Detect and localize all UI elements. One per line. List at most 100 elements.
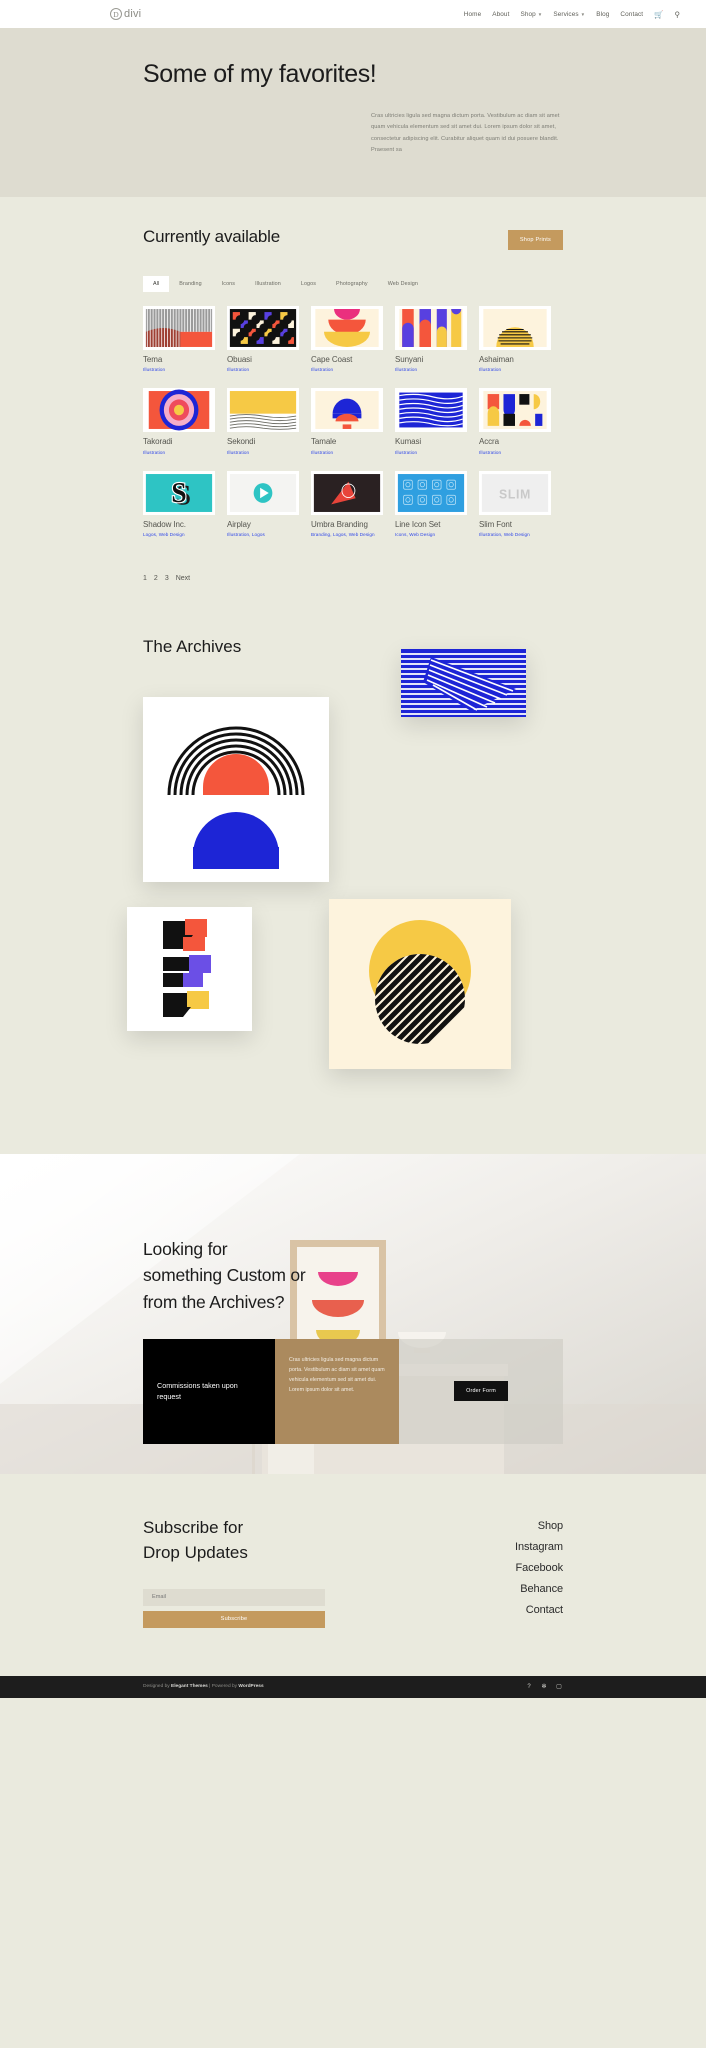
portfolio-item-tema[interactable]: Tema Illustration: [143, 305, 227, 374]
portfolio-item-cape-coast[interactable]: Cape Coast Illustration: [311, 305, 395, 374]
twitter-icon[interactable]: ✻: [540, 1683, 548, 1691]
archive-image-arch-rings[interactable]: [143, 697, 329, 883]
page-2[interactable]: 2: [154, 575, 158, 582]
nav-item-home[interactable]: Home: [464, 11, 481, 18]
portfolio-item-slim-font[interactable]: SLIM Slim Font Illustration, Web Design: [479, 470, 563, 539]
instagram-icon[interactable]: ▢: [555, 1683, 563, 1691]
footer-link-behance[interactable]: Behance: [515, 1583, 563, 1595]
portfolio-item-umbra-branding[interactable]: Umbra Branding Branding, Logos, Web Desi…: [311, 470, 395, 539]
portfolio-categories: Illustration: [227, 367, 250, 373]
page-3[interactable]: 3: [165, 575, 169, 582]
portfolio-title: Slim Font: [479, 519, 512, 529]
thumbnail-takoradi[interactable]: [143, 388, 215, 433]
hero-section: Some of my favorites! Cras ultricies lig…: [0, 28, 706, 197]
portfolio-item-kumasi[interactable]: Kumasi Illustration: [395, 388, 479, 456]
thumbnail-kumasi[interactable]: [395, 388, 467, 433]
portfolio-title: Accra: [479, 437, 499, 447]
chevron-down-icon: ▼: [580, 12, 586, 17]
nav-label: About: [492, 10, 510, 18]
shopping-cart-icon[interactable]: 🛒: [654, 10, 663, 19]
logo-wordmark: divi: [124, 8, 142, 20]
email-input[interactable]: [143, 1588, 325, 1606]
filter-logos[interactable]: Logos: [291, 276, 326, 292]
portfolio-categories: Illustration: [143, 449, 166, 455]
thumbnail-sekondi[interactable]: [227, 388, 299, 433]
filter-icons[interactable]: Icons: [212, 276, 245, 292]
portfolio-title: Line Icon Set: [395, 519, 441, 529]
portfolio-title: Cape Coast: [311, 354, 353, 364]
thumbnail-obuasi[interactable]: [227, 305, 299, 350]
portfolio-title: Umbra Branding: [311, 519, 368, 529]
filter-illustration[interactable]: Illustration: [245, 276, 291, 292]
nav-item-shop[interactable]: Shop ▼: [520, 11, 542, 18]
portfolio-item-shadow-inc[interactable]: S S Shadow Inc. Logos, Web Design: [143, 470, 227, 539]
social-links: ? ✻ ▢: [525, 1683, 563, 1691]
portfolio-item-sekondi[interactable]: Sekondi Illustration: [227, 388, 311, 456]
footer-brand-elegant-themes[interactable]: Elegant Themes: [171, 1684, 208, 1689]
nav-item-about[interactable]: About: [492, 11, 509, 18]
thumbnail-shadow-inc[interactable]: S S: [143, 470, 215, 515]
page-root: D divi Home About Shop ▼ Services ▼ Blog C…: [0, 0, 706, 1698]
thumbnail-line-icon-set[interactable]: [395, 470, 467, 515]
portfolio-categories: Illustration: [479, 449, 502, 455]
portfolio-categories: Icons, Web Design: [395, 532, 436, 538]
portfolio-item-ashaiman[interactable]: Ashaiman Illustration: [479, 305, 563, 374]
portfolio-item-airplay[interactable]: Airplay Illustration, Logos: [227, 470, 311, 539]
thumbnail-tema[interactable]: [143, 305, 215, 350]
portfolio-item-accra[interactable]: Accra Illustration: [479, 388, 563, 456]
footer-link-contact[interactable]: Contact: [515, 1604, 563, 1616]
site-header: D divi Home About Shop ▼ Services ▼ Blog C…: [0, 0, 706, 28]
portfolio-title: Sunyani: [395, 354, 424, 364]
portfolio-categories: Logos, Web Design: [143, 532, 185, 538]
site-logo[interactable]: D divi: [110, 8, 141, 20]
hero-paragraph: Cras ultricies ligula sed magna dictum p…: [371, 112, 560, 154]
filter-web-design[interactable]: Web Design: [378, 276, 428, 292]
thumbnail-accra[interactable]: [479, 388, 551, 433]
thumbnail-tamale[interactable]: [311, 388, 383, 433]
portfolio-categories: Illustration: [311, 449, 334, 455]
archive-image-wave-lines[interactable]: [401, 649, 526, 718]
subscribe-button[interactable]: Subscribe: [143, 1610, 325, 1628]
filter-photography[interactable]: Photography: [326, 276, 378, 292]
nav-label: Contact: [620, 10, 644, 18]
thumbnail-slim-font[interactable]: SLIM: [479, 470, 551, 515]
thumbnail-umbra-branding[interactable]: [311, 470, 383, 515]
footer-credit-middle: | Powered by: [207, 1684, 239, 1690]
archive-image-sun-stripes[interactable]: [329, 899, 511, 1070]
filter-branding[interactable]: Branding: [169, 276, 211, 292]
facebook-icon[interactable]: ?: [525, 1683, 533, 1691]
footer-link-shop[interactable]: Shop: [515, 1520, 563, 1532]
portfolio-title: Kumasi: [395, 437, 422, 447]
portfolio-item-takoradi[interactable]: Takoradi Illustration: [143, 388, 227, 456]
thumbnail-airplay[interactable]: [227, 470, 299, 515]
shop-prints-button[interactable]: Shop Prints: [507, 229, 563, 250]
nav-item-services[interactable]: Services ▼: [553, 11, 585, 18]
thumbnail-sunyani[interactable]: [395, 305, 467, 350]
page-1[interactable]: 1: [143, 575, 147, 582]
footer-brand-wordpress[interactable]: WordPress: [238, 1684, 263, 1689]
thumbnail-cape-coast[interactable]: [311, 305, 383, 350]
filter-all[interactable]: All: [143, 275, 170, 292]
pagination: 1 2 3 Next: [143, 575, 563, 582]
order-form-box: Order Form: [399, 1338, 563, 1444]
footer-link-instagram[interactable]: Instagram: [515, 1541, 563, 1553]
portfolio-item-obuasi[interactable]: Obuasi Illustration: [227, 305, 311, 374]
search-icon[interactable]: ⚲: [675, 10, 681, 19]
footer-link-facebook[interactable]: Facebook: [515, 1562, 563, 1574]
section-header: Currently available Shop Prints: [143, 227, 563, 250]
logo-letter: D: [113, 9, 119, 19]
order-form-button[interactable]: Order Form: [454, 1381, 508, 1402]
page-next[interactable]: Next: [176, 575, 190, 582]
thumbnail-ashaiman[interactable]: [479, 305, 551, 350]
portfolio-title: Obuasi: [227, 354, 252, 364]
nav-item-blog[interactable]: Blog: [596, 11, 609, 18]
portfolio-item-sunyani[interactable]: Sunyani Illustration: [395, 305, 479, 374]
portfolio-item-line-icon-set[interactable]: Line Icon Set Icons, Web Design: [395, 470, 479, 539]
portfolio-categories: Illustration: [143, 367, 166, 373]
nav-item-contact[interactable]: Contact: [620, 11, 643, 18]
archive-image-zigzag-blocks[interactable]: [127, 907, 252, 1032]
cta-description-text: Cras ultricies ligula sed magna dictum p…: [289, 1356, 385, 1393]
footer-credit-prefix: Designed by: [143, 1684, 171, 1690]
portfolio-categories: Illustration: [395, 367, 418, 373]
portfolio-item-tamale[interactable]: Tamale Illustration: [311, 388, 395, 456]
